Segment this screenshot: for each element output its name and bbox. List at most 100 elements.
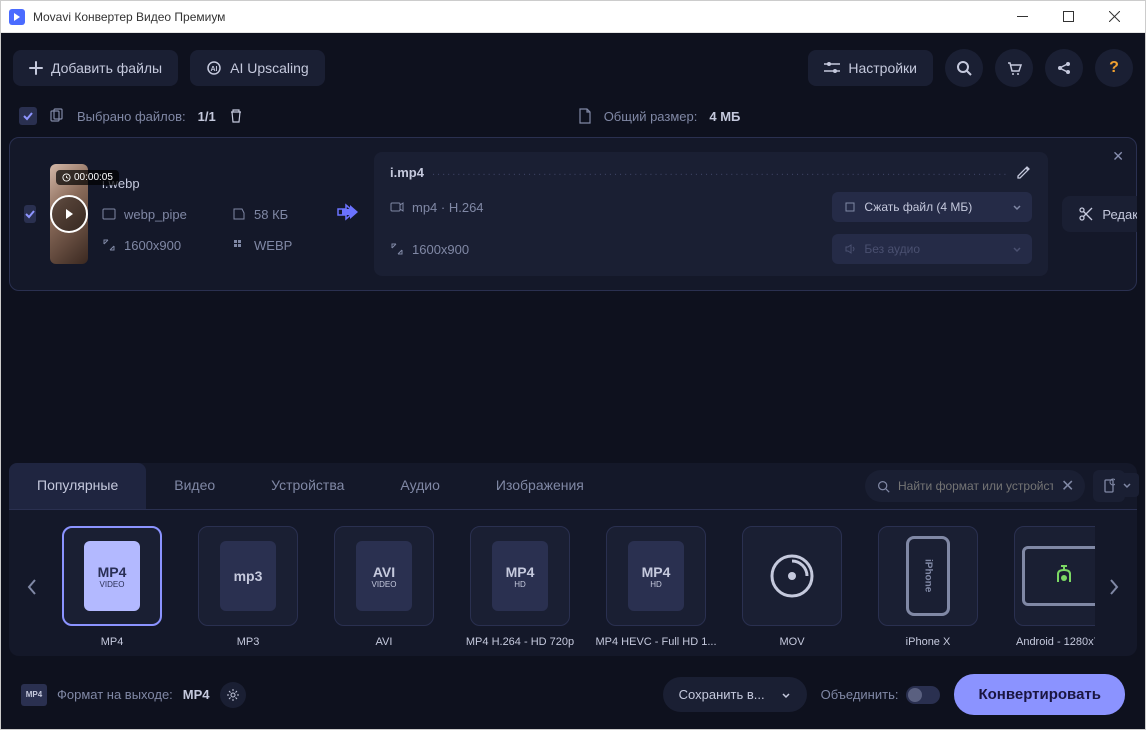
scroll-right-button[interactable]: [1099, 537, 1129, 637]
audio-select[interactable]: Без аудио: [832, 234, 1032, 264]
chevron-down-icon: [1012, 244, 1022, 254]
cart-icon: [1006, 60, 1022, 76]
format-card[interactable]: MP4HDMP4 H.264 - HD 720p: [459, 526, 581, 648]
file-thumbnail[interactable]: 00:00:05: [50, 164, 88, 264]
format-search-box[interactable]: ✕: [865, 470, 1085, 502]
add-files-button[interactable]: Добавить файлы: [13, 50, 178, 86]
checkmark-icon: [24, 208, 36, 220]
format-card-label: MP4: [51, 636, 173, 648]
source-info: i.webp webp_pipe 58 КБ 1600x900 WEBP: [102, 176, 322, 253]
format-card[interactable]: MP4HDMP4 HEVC - Full HD 1...: [595, 526, 717, 648]
tab-images[interactable]: Изображения: [468, 463, 612, 509]
edit-label: Редактировать: [1102, 207, 1137, 222]
resolution-icon: [390, 242, 404, 256]
compress-label: Сжать файл (4 МБ): [864, 200, 972, 214]
scroll-left-button[interactable]: [17, 537, 47, 637]
main-toolbar: Добавить файлы AI AI Upscaling Настройки: [9, 41, 1137, 95]
edit-button[interactable]: Редактировать: [1062, 196, 1137, 232]
search-icon: [956, 60, 972, 76]
format-grid: MP4VIDEOMP4mp3MP3AVIVIDEOAVIMP4HDMP4 H.2…: [51, 526, 1095, 648]
chevron-down-icon: [1012, 202, 1022, 212]
format-panel: Популярные Видео Устройства Аудио Изобра…: [9, 463, 1137, 656]
format-card[interactable]: iPhoneiPhone X: [867, 526, 989, 648]
format-card-label: MP4 HEVC - Full HD 1...: [595, 636, 717, 648]
files-icon: [49, 108, 65, 124]
tab-popular[interactable]: Популярные: [9, 463, 146, 509]
minimize-button[interactable]: [999, 1, 1045, 33]
window-title: Movavi Конвертер Видео Премиум: [33, 10, 999, 24]
format-card[interactable]: AVIVIDEOAVI: [323, 526, 445, 648]
merge-toggle[interactable]: [906, 686, 940, 704]
tab-audio[interactable]: Аудио: [372, 463, 468, 509]
select-all-checkbox[interactable]: [19, 107, 37, 125]
sliders-icon: [824, 61, 840, 75]
bottom-bar: MP4 Формат на выходе: MP4 Сохранить в...…: [9, 664, 1137, 721]
format-card-label: MP3: [187, 636, 309, 648]
format-search-input[interactable]: [898, 479, 1053, 493]
total-size-value: 4 МБ: [709, 109, 740, 124]
video-icon: [390, 200, 404, 214]
search-clear-button[interactable]: ✕: [1061, 476, 1074, 496]
save-to-select[interactable]: Сохранить в...: [663, 677, 807, 712]
add-files-label: Добавить файлы: [51, 60, 162, 76]
ai-icon: AI: [206, 60, 222, 76]
format-tabs: Популярные Видео Устройства Аудио Изобра…: [9, 463, 1137, 510]
ai-upscaling-button[interactable]: AI AI Upscaling: [190, 50, 325, 86]
destination-codec: mp4 · H.264: [412, 200, 484, 215]
audio-icon: [844, 243, 856, 255]
format-card[interactable]: MP4VIDEOMP4: [51, 526, 173, 648]
help-button[interactable]: ?: [1095, 49, 1133, 87]
cart-button[interactable]: [995, 49, 1033, 87]
convert-button[interactable]: Конвертировать: [954, 674, 1125, 715]
format-card-label: iPhone X: [867, 636, 989, 648]
ai-upscaling-label: AI Upscaling: [230, 60, 309, 76]
tab-devices[interactable]: Устройства: [243, 463, 372, 509]
titlebar: Movavi Конвертер Видео Премиум: [1, 1, 1145, 33]
format-card[interactable]: MOV: [731, 526, 853, 648]
search-button[interactable]: [945, 49, 983, 87]
source-resolution: 1600x900: [124, 238, 181, 253]
destination-resolution: 1600x900: [412, 242, 469, 257]
disk-icon: [232, 207, 246, 221]
chevron-right-icon: [1107, 577, 1121, 597]
selected-files-label: Выбрано файлов:: [77, 109, 186, 124]
tab-video[interactable]: Видео: [146, 463, 243, 509]
share-icon: [1056, 60, 1072, 76]
source-container: webp_pipe: [124, 207, 187, 222]
play-icon: [50, 195, 88, 233]
format-card-label: AVI: [323, 636, 445, 648]
total-size-label: Общий размер:: [604, 109, 698, 124]
status-bar: Выбрано файлов: 1/1 Общий размер: 4 МБ: [9, 103, 1137, 129]
convert-arrow-icon: [336, 203, 360, 226]
compress-select[interactable]: Сжать файл (4 МБ): [832, 192, 1032, 222]
checkmark-icon: [22, 110, 34, 122]
output-settings-button[interactable]: [220, 682, 246, 708]
remove-file-button[interactable]: ✕: [1112, 148, 1124, 165]
duration-value: 00:00:05: [74, 172, 113, 183]
source-filename: i.webp: [102, 176, 322, 191]
maximize-button[interactable]: [1045, 1, 1091, 33]
gear-icon: [226, 688, 240, 702]
file-icon: [578, 108, 592, 124]
clock-icon: [62, 173, 71, 182]
file-checkbox[interactable]: [24, 205, 36, 223]
chevron-left-icon: [25, 577, 39, 597]
search-icon: [877, 480, 890, 493]
trash-icon[interactable]: [228, 108, 244, 124]
share-button[interactable]: [1045, 49, 1083, 87]
format-card-label: MOV: [731, 636, 853, 648]
rename-icon[interactable]: [1016, 164, 1032, 180]
settings-button[interactable]: Настройки: [808, 50, 933, 86]
audio-label: Без аудио: [864, 242, 920, 256]
output-badge-icon: MP4: [21, 684, 47, 706]
plus-icon: [29, 61, 43, 75]
merge-label: Объединить:: [821, 687, 899, 702]
duration-badge: 00:00:05: [56, 170, 119, 185]
format-card[interactable]: mp3MP3: [187, 526, 309, 648]
format-icon: [232, 238, 246, 252]
file-item: ✕ 00:00:05 i.webp webp_pipe: [9, 137, 1137, 291]
chevron-down-icon: [1121, 479, 1133, 491]
close-button[interactable]: [1091, 1, 1137, 33]
format-card[interactable]: Android - 1280x720: [1003, 526, 1095, 648]
panel-collapse-button[interactable]: [1115, 473, 1139, 497]
